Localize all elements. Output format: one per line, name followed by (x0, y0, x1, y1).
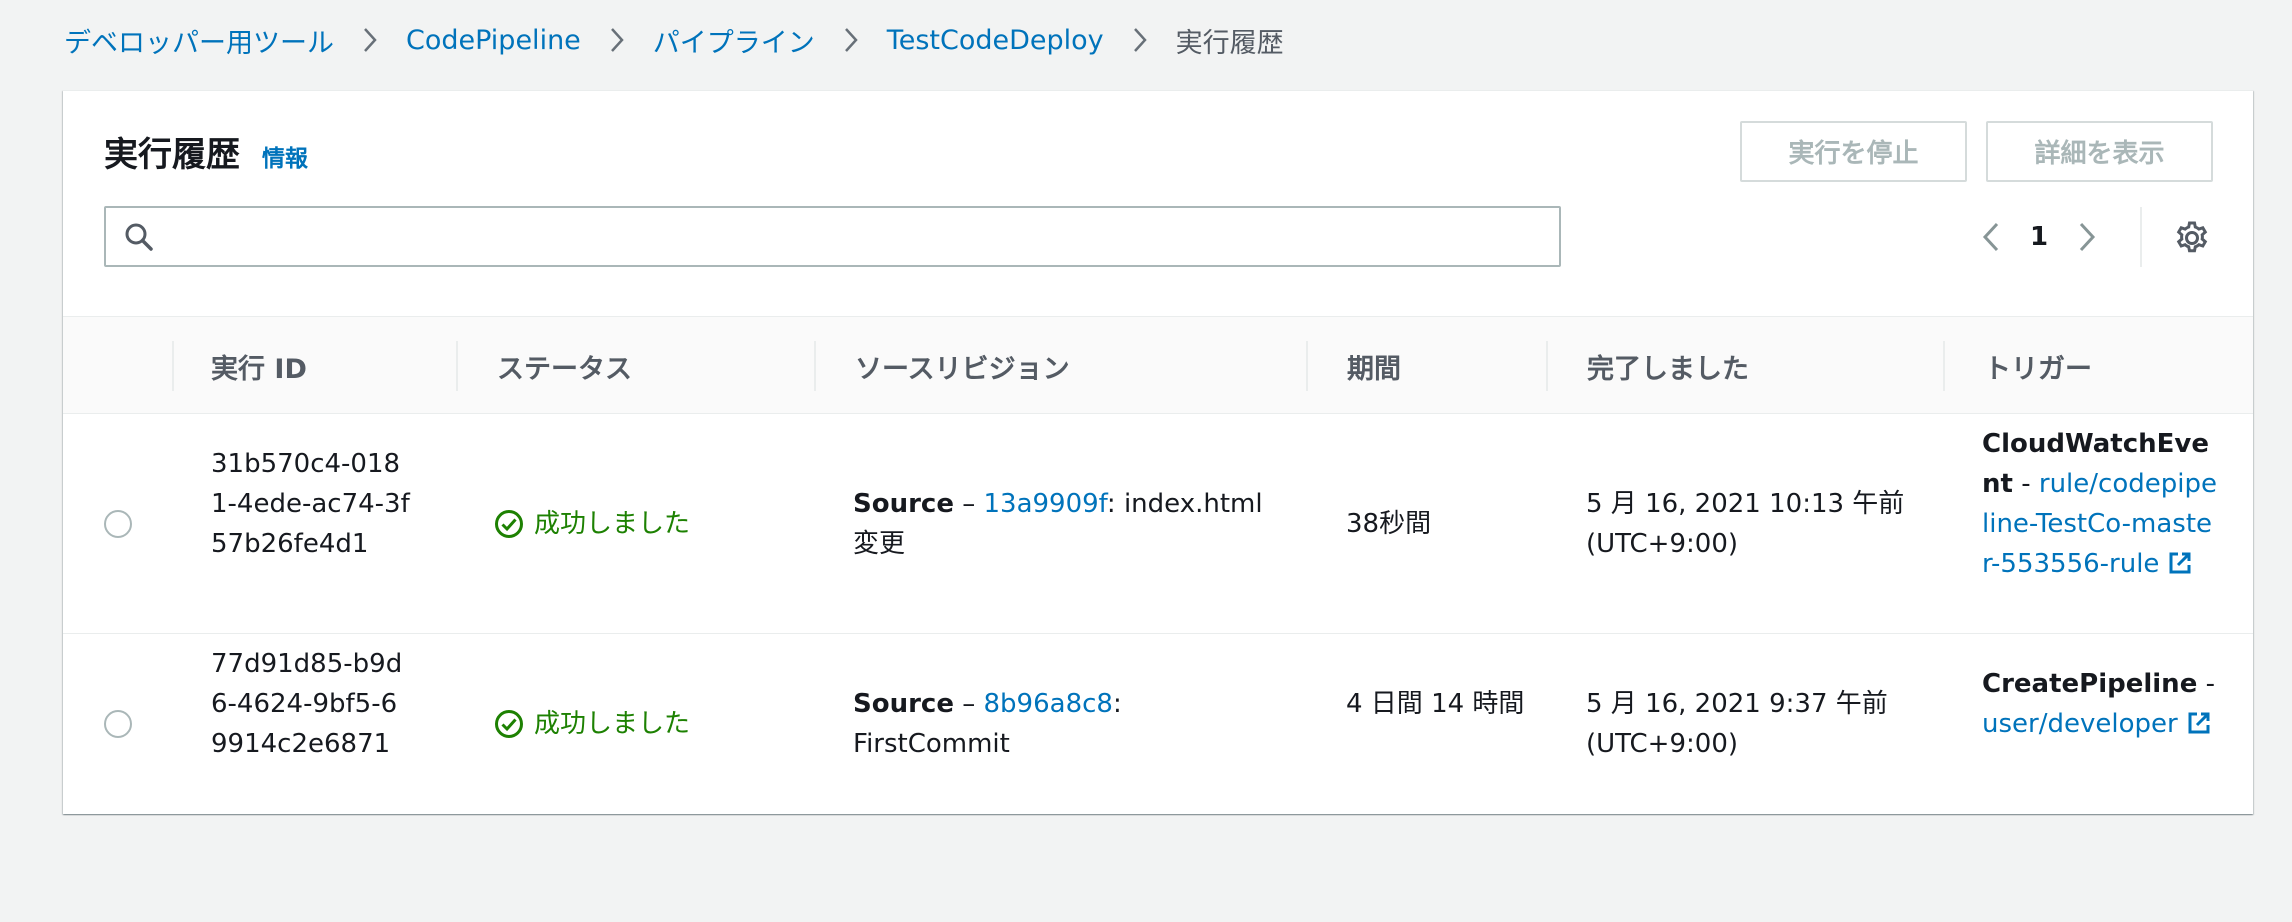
table-settings-button[interactable] (2169, 215, 2215, 261)
source-revision: Source – 8b96a8c8: FirstCommit (853, 684, 1123, 764)
column-divider (172, 341, 174, 391)
column-divider (1306, 341, 1308, 391)
trigger-user-link[interactable]: user/developer (1982, 709, 2212, 739)
previous-page-button[interactable] (1963, 209, 2019, 265)
current-page-number[interactable]: 1 (2019, 222, 2059, 252)
row-select-radio[interactable] (104, 710, 132, 738)
execution-id-link[interactable]: 31b570c4-0181-4ede-ac74-3f57b26fe4d1 (211, 444, 411, 564)
status-badge: 成功しました (494, 704, 690, 744)
chevron-right-icon (2079, 222, 2096, 252)
column-header-completed: 完了しました (1587, 353, 1749, 385)
page-title: 実行履歴 (104, 135, 240, 175)
pagination-divider (2140, 207, 2142, 267)
search-box (104, 206, 1561, 267)
chevron-left-icon (1982, 222, 1999, 252)
trigger-value: CreatePipeline - user/developer (1982, 664, 2222, 744)
chevron-right-icon (581, 18, 653, 62)
chevron-right-icon (815, 18, 887, 62)
breadcrumb-current-execution-history: 実行履歴 (1175, 27, 1284, 59)
trigger-type: CreatePipeline (1982, 669, 2198, 699)
column-divider (1546, 341, 1548, 391)
table-header: 実行 ID ステータス ソースリビジョン 期間 完了しました トリガー (63, 316, 2253, 414)
source-dash: – (953, 689, 984, 719)
pagination: 1 (1963, 209, 2115, 265)
source-label: Source (853, 689, 954, 719)
completed-time: 5 月 16, 2021 9:37 午前 (UTC+9:00) (1586, 689, 1888, 759)
source-label: Source (853, 489, 954, 519)
column-divider (456, 341, 458, 391)
trigger-value: CloudWatchEvent - rule/codepipeline-Test… (1982, 424, 2222, 584)
chevron-right-icon (334, 18, 406, 62)
status-text: 成功しました (534, 709, 691, 739)
completed-time: 5 月 16, 2021 10:13 午前 (UTC+9:00) (1586, 489, 1905, 559)
source-commit-link[interactable]: 8b96a8c8 (984, 689, 1113, 719)
duration-value: 4 日間 14 時間 (1346, 689, 1525, 719)
column-divider (1943, 341, 1945, 391)
trigger-separator: - (2012, 469, 2039, 499)
execution-history-panel: 実行履歴 情報 実行を停止 詳細を表示 1 実行 ID ステータス ソースリビジ… (63, 90, 2253, 814)
column-header-status: ステータス (497, 353, 632, 385)
info-link[interactable]: 情報 (262, 139, 308, 173)
check-circle-icon (494, 709, 524, 739)
trigger-separator: - (2197, 669, 2215, 699)
chevron-right-icon (1104, 18, 1176, 62)
column-header-source-revision: ソースリビジョン (855, 353, 1070, 385)
table-row: 31b570c4-0181-4ede-ac74-3f57b26fe4d1 成功し… (63, 414, 2253, 634)
status-badge: 成功しました (494, 504, 690, 544)
source-revision: Source – 13a9909f: index.html 変更 (853, 484, 1273, 564)
execution-id-link[interactable]: 77d91d85-b9d6-4624-9bf5-69914c2e6871 (211, 644, 411, 764)
column-header-trigger: トリガー (1984, 353, 2092, 385)
duration-value: 38秒間 (1346, 509, 1432, 539)
status-text: 成功しました (534, 509, 691, 539)
check-circle-icon (494, 509, 524, 539)
breadcrumb-pipelines[interactable]: パイプライン (653, 21, 815, 60)
external-link-icon (2186, 710, 2212, 736)
view-details-button[interactable]: 詳細を表示 (1986, 121, 2213, 182)
search-icon (124, 222, 154, 252)
external-link-icon (2167, 550, 2193, 576)
next-page-button[interactable] (2059, 209, 2115, 265)
panel-header: 実行履歴 情報 実行を停止 詳細を表示 1 (63, 91, 2253, 316)
source-dash: – (953, 489, 984, 519)
column-divider (814, 341, 816, 391)
table-row: 77d91d85-b9d6-4624-9bf5-69914c2e6871 成功し… (63, 634, 2253, 815)
breadcrumb-pipeline-testcodedeploy[interactable]: TestCodeDeploy (887, 25, 1104, 56)
source-commit-link[interactable]: 13a9909f (984, 489, 1107, 519)
column-header-duration: 期間 (1347, 353, 1401, 385)
gear-icon (2176, 221, 2208, 253)
stop-execution-button[interactable]: 実行を停止 (1740, 121, 1967, 182)
breadcrumb-developer-tools[interactable]: デベロッパー用ツール (64, 21, 334, 60)
breadcrumb-codepipeline[interactable]: CodePipeline (406, 25, 581, 56)
panel-title-group: 実行履歴 情報 (104, 127, 308, 176)
search-input[interactable] (166, 208, 1559, 265)
column-header-execution-id: 実行 ID (211, 353, 307, 385)
row-select-radio[interactable] (104, 510, 132, 538)
breadcrumb: デベロッパー用ツール CodePipeline パイプライン TestCodeD… (64, 18, 1284, 62)
